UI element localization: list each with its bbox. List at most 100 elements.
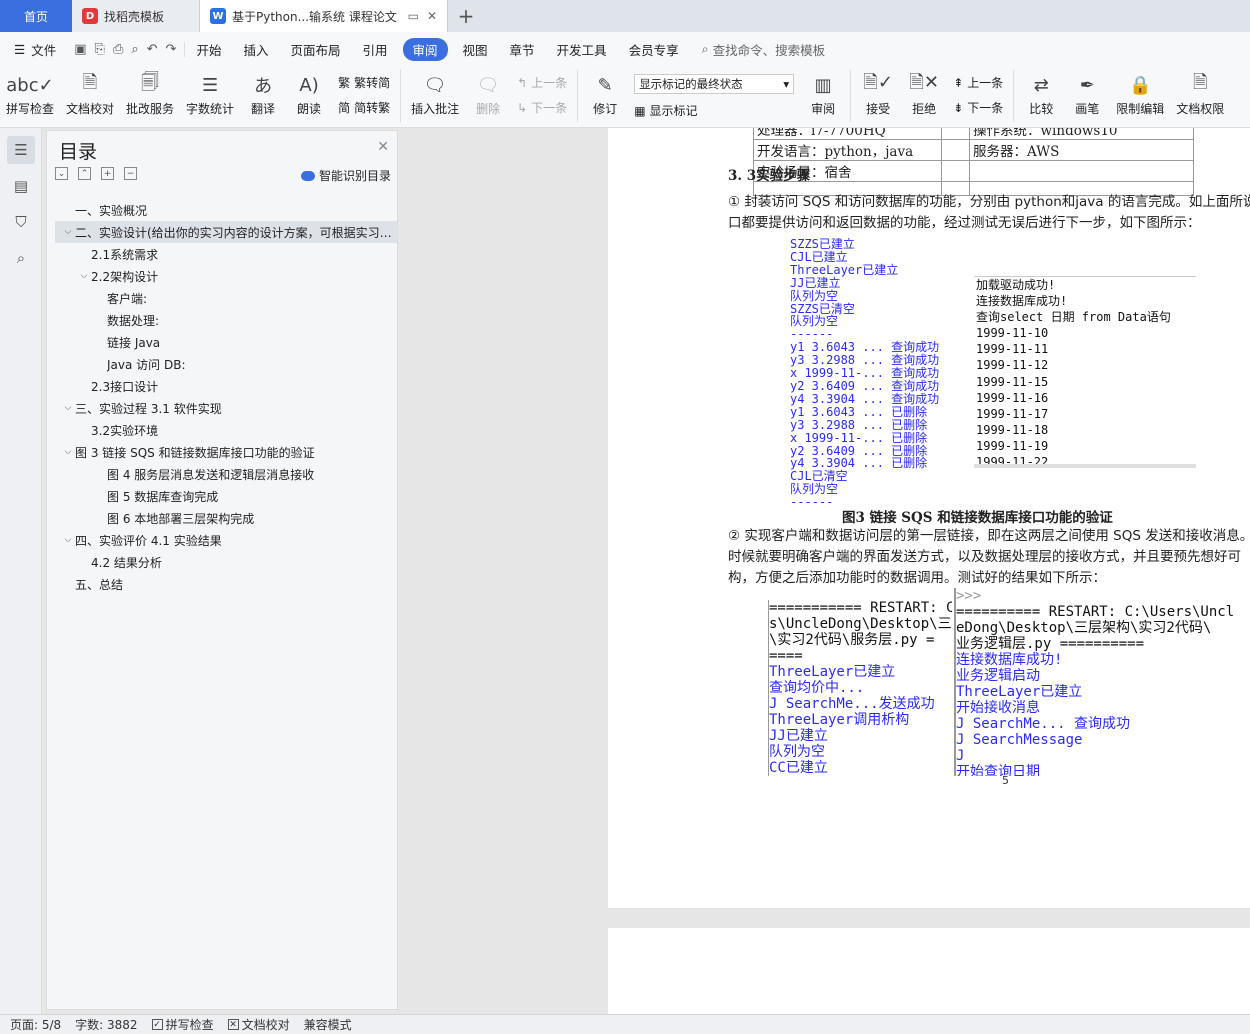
toc-item[interactable]: ⌵ 2.2架构设计 [47, 265, 397, 287]
menu-layout[interactable]: 页面布局 [279, 40, 351, 59]
restrict-edit-button[interactable]: 🔒 限制编辑 [1110, 70, 1170, 117]
console-line: =========== RESTART: C [769, 600, 952, 616]
show-markup-button[interactable]: ▦ 显示标记 [634, 102, 794, 119]
revise-button[interactable]: ✎ 修订 [582, 70, 628, 117]
proofread-button[interactable]: 🗎 文档校对 [60, 70, 120, 117]
insert-comment-button[interactable]: 🗨 插入批注 [405, 70, 465, 117]
menu-insert[interactable]: 插入 [232, 40, 279, 59]
toc-item[interactable]: 一、实验概况 [47, 199, 397, 221]
tab-document[interactable]: W 基于Python...输系统 课程论文 ▭ ✕ [200, 0, 448, 32]
accept-button[interactable]: 🗎✓ 接受 [855, 70, 901, 117]
tab-home[interactable]: 首页 [0, 0, 72, 32]
trad-to-simp-button[interactable]: 繁繁转简 [338, 74, 390, 91]
smart-toc-button[interactable]: 智能识别目录 [300, 167, 391, 184]
command-search[interactable]: ⌕ 查找命令、搜索模板 [702, 40, 826, 59]
toc-item[interactable]: 客户端: [47, 287, 397, 309]
save-icon[interactable]: ▣ [74, 42, 86, 57]
translate-button[interactable]: あ翻译 [240, 70, 286, 117]
read-aloud-button[interactable]: A) 朗读 [286, 70, 332, 117]
collapse-all-icon[interactable]: ⌄ [55, 167, 68, 180]
word-count[interactable]: 字数: 3882 [75, 1016, 137, 1033]
bookmark-icon[interactable]: ⛉ [7, 208, 35, 236]
toc-item-label: 图 5 数据库查询完成 [107, 489, 219, 504]
toc-item[interactable]: 图 5 数据库查询完成 [47, 485, 397, 507]
chapter-icon[interactable]: ▤ [7, 172, 35, 200]
export-icon[interactable]: ⎘ [95, 42, 105, 57]
chevron-down-icon: ▾ [783, 77, 790, 91]
doc-permission-button[interactable]: 🗎 文档权限 [1170, 70, 1230, 117]
chevron-down-icon[interactable]: ⌵ [61, 447, 75, 457]
pen-button[interactable]: ✒ 画笔 [1064, 70, 1110, 117]
search-icon[interactable]: ⌕ [7, 244, 35, 272]
toc-item[interactable]: 五、总结 [47, 573, 397, 595]
toc-item[interactable]: 3.2实验环境 [47, 419, 397, 441]
spell-check-button[interactable]: abc✓ 拼写检查 [0, 70, 60, 117]
close-tab-icon[interactable]: ✕ [427, 9, 437, 23]
reject-button[interactable]: 🗎✕ 拒绝 [901, 70, 947, 117]
toc-item[interactable]: 2.3接口设计 [47, 375, 397, 397]
prev-comment-button[interactable]: ↰ 上一条 [517, 74, 567, 91]
compare-button[interactable]: ⇄ 比较 [1018, 70, 1064, 117]
toc-icon[interactable]: ☰ [7, 136, 35, 164]
toc-item[interactable]: ⌵ 图 3 链接 SQS 和链接数据库接口功能的验证 [47, 441, 397, 463]
document-area[interactable]: 处理器：i7-7700HQ 操作系统：windows10 开发语言：python… [402, 128, 1250, 1014]
preview-icon[interactable]: ⌕ [131, 42, 138, 57]
markup-state-select[interactable]: 显示标记的最终状态 ▾ [634, 74, 795, 94]
simp-to-trad-button[interactable]: 简简转繁 [338, 99, 390, 116]
next-comment-button[interactable]: ↳ 下一条 [517, 99, 567, 116]
proofread-toggle[interactable]: ✕ 文档校对 [227, 1016, 290, 1033]
table-cell [941, 160, 970, 182]
spell-check-toggle[interactable]: ✓ 拼写检查 [151, 1016, 214, 1033]
remove-level-icon[interactable]: − [124, 167, 137, 180]
toc-item[interactable]: 图 4 服务层消息发送和逻辑层消息接收 [47, 463, 397, 485]
delete-comment-button[interactable]: 🗨 删除 [465, 70, 511, 117]
screen-icon[interactable]: ▭ [408, 9, 419, 23]
menu-start[interactable]: 开始 [185, 40, 232, 59]
toc-item[interactable]: 图 6 本地部署三层架构完成 [47, 507, 397, 529]
menu-view[interactable]: 视图 [452, 40, 499, 59]
toc-item[interactable]: 2.1系统需求 [47, 243, 397, 265]
menu-reference[interactable]: 引用 [351, 40, 398, 59]
prev-change-button[interactable]: ⇞ 上一条 [953, 74, 1003, 91]
show-markup-icon: ▦ [634, 103, 646, 118]
menu-devtools[interactable]: 开发工具 [546, 40, 618, 59]
redo-icon[interactable]: ↷ [166, 42, 177, 57]
chevron-down-icon[interactable]: ⌵ [61, 535, 75, 545]
toc-item[interactable]: ⌵ 二、实验设计(给出你的实习内容的设计方案，可根据实习… [55, 221, 397, 243]
chevron-down-icon[interactable]: ⌵ [61, 403, 75, 413]
ribbon-divider [577, 70, 579, 122]
toc-item[interactable]: ⌵ 四、实验评价 4.1 实验结果 [47, 529, 397, 551]
paragraph-line: ② 实现客户端和数据访问层的第一层链接，即在这两层之间使用 SQS 发送和接收消… [728, 528, 1250, 544]
review-pane-button[interactable]: ▥ 审阅 [800, 70, 846, 117]
console-line: 查询均价中... [769, 680, 865, 696]
word-count-button[interactable]: ☰ 字数统计 [180, 70, 240, 117]
page-indicator[interactable]: 页面: 5/8 [10, 1016, 61, 1033]
toc-item[interactable]: ⌵ 三、实验过程 3.1 软件实现 [47, 397, 397, 419]
undo-icon[interactable]: ↶ [147, 42, 158, 57]
menu-review[interactable]: 审阅 [402, 37, 448, 61]
tab-docer[interactable]: D 找稻壳模板 [72, 0, 200, 32]
search-icon: ⌕ [701, 41, 709, 56]
toc-item[interactable]: 4.2 结果分析 [47, 551, 397, 573]
cloud-icon [300, 170, 315, 181]
chevron-down-icon[interactable]: ⌵ [77, 271, 91, 281]
next-change-button[interactable]: ⇟ 下一条 [953, 99, 1003, 116]
toc-item[interactable]: Java 访问 DB: [47, 353, 397, 375]
chevron-down-icon[interactable]: ⌵ [61, 227, 75, 237]
console-line: J SearchMe... 查询成功 [956, 716, 1131, 732]
add-level-icon[interactable]: + [101, 167, 114, 180]
console-line: y4 3.3904 ... 查询成功 [790, 391, 940, 406]
print-icon[interactable]: ⎙ [113, 42, 123, 57]
file-menu[interactable]: ☰ 文件 [0, 40, 66, 59]
batch-service-button[interactable]: 🗐 批改服务 [120, 70, 180, 117]
close-icon[interactable]: ✕ [377, 139, 389, 155]
toc-item[interactable]: 链接 Java [47, 331, 397, 353]
menu-member[interactable]: 会员专享 [618, 40, 690, 59]
table-cell [941, 128, 970, 140]
toc-item[interactable]: 数据处理: [47, 309, 397, 331]
environment-table: 处理器：i7-7700HQ 操作系统：windows10 开发语言：python… [753, 128, 1194, 196]
console-output-logic: >>> ========== RESTART: C:\Users\Uncl eDon… [954, 588, 1242, 776]
menu-chapter[interactable]: 章节 [499, 40, 546, 59]
expand-all-icon[interactable]: ⌃ [78, 167, 91, 180]
new-tab-button[interactable]: + [448, 0, 484, 32]
